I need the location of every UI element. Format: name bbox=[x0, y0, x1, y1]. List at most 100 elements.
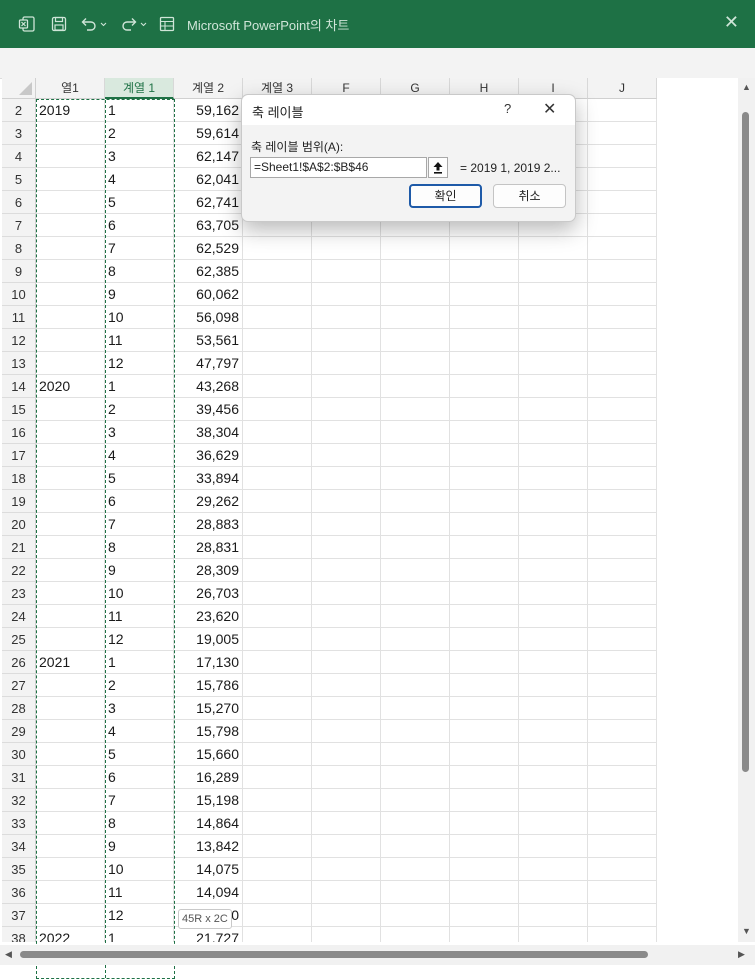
cell-empty[interactable] bbox=[312, 260, 381, 283]
horizontal-scroll-thumb[interactable] bbox=[20, 951, 648, 958]
row-header[interactable]: 21 bbox=[2, 536, 36, 559]
cell-empty[interactable] bbox=[243, 559, 312, 582]
help-button[interactable]: ? bbox=[504, 101, 511, 116]
cell-empty[interactable] bbox=[588, 720, 657, 743]
cell-month[interactable]: 10 bbox=[105, 582, 174, 605]
cell-empty[interactable] bbox=[519, 398, 588, 421]
cell-series1[interactable]: 63,705 bbox=[174, 214, 243, 237]
cell-month[interactable]: 2 bbox=[105, 674, 174, 697]
save-icon[interactable] bbox=[48, 12, 70, 36]
cell-empty[interactable] bbox=[588, 766, 657, 789]
cell-empty[interactable] bbox=[312, 789, 381, 812]
cell-empty[interactable] bbox=[312, 490, 381, 513]
cell-month[interactable]: 1 bbox=[105, 651, 174, 674]
cell-month[interactable]: 5 bbox=[105, 743, 174, 766]
cell-year[interactable] bbox=[36, 444, 105, 467]
cell-month[interactable]: 8 bbox=[105, 536, 174, 559]
cell-empty[interactable] bbox=[381, 329, 450, 352]
redo-icon[interactable] bbox=[118, 12, 148, 36]
cell-month[interactable]: 4 bbox=[105, 168, 174, 191]
cell-empty[interactable] bbox=[588, 122, 657, 145]
cell-month[interactable]: 6 bbox=[105, 214, 174, 237]
cell-empty[interactable] bbox=[588, 559, 657, 582]
cell-month[interactable]: 9 bbox=[105, 559, 174, 582]
cell-year[interactable]: 2021 bbox=[36, 651, 105, 674]
cell-series1[interactable]: 62,529 bbox=[174, 237, 243, 260]
cell-empty[interactable] bbox=[519, 559, 588, 582]
cell-year[interactable] bbox=[36, 674, 105, 697]
cell-month[interactable]: 2 bbox=[105, 122, 174, 145]
cell-month[interactable]: 3 bbox=[105, 145, 174, 168]
cell-empty[interactable] bbox=[450, 904, 519, 927]
cell-empty[interactable] bbox=[450, 651, 519, 674]
cell-empty[interactable] bbox=[450, 260, 519, 283]
close-icon[interactable]: ✕ bbox=[724, 12, 739, 33]
row-header[interactable]: 13 bbox=[2, 352, 36, 375]
cell-series1[interactable]: 15,270 bbox=[174, 697, 243, 720]
cell-empty[interactable] bbox=[450, 513, 519, 536]
row-header[interactable]: 2 bbox=[2, 99, 36, 122]
cell-empty[interactable] bbox=[312, 674, 381, 697]
cell-month[interactable]: 3 bbox=[105, 421, 174, 444]
row-header[interactable]: 27 bbox=[2, 674, 36, 697]
cell-empty[interactable] bbox=[243, 260, 312, 283]
cell-empty[interactable] bbox=[588, 904, 657, 927]
cell-month[interactable]: 12 bbox=[105, 352, 174, 375]
cell-empty[interactable] bbox=[450, 881, 519, 904]
cell-empty[interactable] bbox=[588, 99, 657, 122]
cell-year[interactable] bbox=[36, 398, 105, 421]
cell-empty[interactable] bbox=[588, 536, 657, 559]
cell-empty[interactable] bbox=[519, 812, 588, 835]
scroll-down-icon[interactable]: ▼ bbox=[742, 926, 751, 936]
cell-empty[interactable] bbox=[381, 283, 450, 306]
cell-month[interactable]: 8 bbox=[105, 812, 174, 835]
cell-empty[interactable] bbox=[312, 881, 381, 904]
cell-year[interactable] bbox=[36, 467, 105, 490]
cell-empty[interactable] bbox=[450, 283, 519, 306]
cell-empty[interactable] bbox=[312, 858, 381, 881]
cell-month[interactable]: 10 bbox=[105, 306, 174, 329]
cell-empty[interactable] bbox=[588, 260, 657, 283]
cell-empty[interactable] bbox=[519, 651, 588, 674]
cell-empty[interactable] bbox=[588, 651, 657, 674]
cell-empty[interactable] bbox=[519, 467, 588, 490]
cell-year[interactable] bbox=[36, 421, 105, 444]
cell-empty[interactable] bbox=[312, 398, 381, 421]
cell-empty[interactable] bbox=[381, 559, 450, 582]
cell-empty[interactable] bbox=[381, 628, 450, 651]
cell-empty[interactable] bbox=[588, 743, 657, 766]
row-header[interactable]: 38 bbox=[2, 927, 36, 942]
cell-empty[interactable] bbox=[381, 490, 450, 513]
cell-month[interactable]: 9 bbox=[105, 835, 174, 858]
cell-empty[interactable] bbox=[381, 536, 450, 559]
cell-series1[interactable]: 15,660 bbox=[174, 743, 243, 766]
cell-empty[interactable] bbox=[243, 467, 312, 490]
cell-empty[interactable] bbox=[450, 398, 519, 421]
cell-empty[interactable] bbox=[243, 490, 312, 513]
cell-year[interactable] bbox=[36, 513, 105, 536]
cell-empty[interactable] bbox=[588, 812, 657, 835]
cell-empty[interactable] bbox=[588, 398, 657, 421]
cell-empty[interactable] bbox=[312, 421, 381, 444]
cell-empty[interactable] bbox=[450, 329, 519, 352]
cell-empty[interactable] bbox=[588, 329, 657, 352]
cell-series1[interactable]: 62,147 bbox=[174, 145, 243, 168]
cell-empty[interactable] bbox=[450, 743, 519, 766]
cell-series1[interactable]: 59,614 bbox=[174, 122, 243, 145]
cell-empty[interactable] bbox=[450, 582, 519, 605]
cell-empty[interactable] bbox=[243, 904, 312, 927]
cell-empty[interactable] bbox=[381, 513, 450, 536]
cell-year[interactable] bbox=[36, 605, 105, 628]
cell-series1[interactable]: 14,864 bbox=[174, 812, 243, 835]
cell-empty[interactable] bbox=[588, 605, 657, 628]
cell-empty[interactable] bbox=[312, 375, 381, 398]
column-header[interactable]: 계열 1 bbox=[105, 78, 174, 99]
cell-year[interactable]: 2019 bbox=[36, 99, 105, 122]
row-header[interactable]: 30 bbox=[2, 743, 36, 766]
cell-year[interactable] bbox=[36, 237, 105, 260]
cell-empty[interactable] bbox=[381, 835, 450, 858]
row-header[interactable]: 34 bbox=[2, 835, 36, 858]
cell-empty[interactable] bbox=[519, 720, 588, 743]
cell-month[interactable]: 5 bbox=[105, 191, 174, 214]
ok-button[interactable]: 확인 bbox=[409, 184, 482, 208]
